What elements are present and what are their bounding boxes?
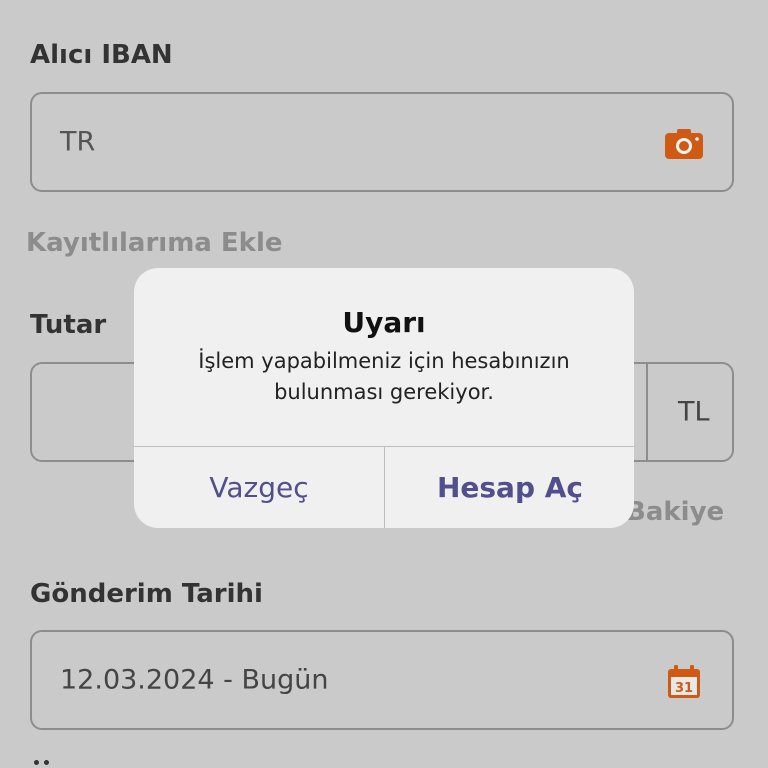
alert-dialog: Uyarı İşlem yapabilmeniz için hesabınızı…	[134, 268, 634, 528]
calendar-icon[interactable]: 31	[666, 664, 702, 704]
next-label-partial	[30, 756, 58, 768]
dialog-title: Uyarı	[342, 306, 426, 339]
send-date-field[interactable]: 12.03.2024 - Bugün 31	[30, 630, 734, 730]
iban-field[interactable]: TR	[30, 92, 734, 192]
open-account-button[interactable]: Hesap Aç	[385, 447, 634, 528]
amount-label: Tutar	[30, 310, 107, 340]
dialog-message: İşlem yapabilmeniz için hesabınızın bulu…	[198, 349, 570, 404]
send-date-value: 12.03.2024 - Bugün	[60, 664, 329, 696]
camera-icon[interactable]	[664, 128, 704, 164]
iban-input-value[interactable]: TR	[60, 127, 95, 158]
send-date-label: Gönderim Tarihi	[30, 579, 263, 609]
currency-divider	[646, 364, 648, 460]
iban-label: Alıcı IBAN	[30, 40, 173, 70]
calendar-day-number: 31	[675, 681, 693, 696]
currency-label: TL	[678, 396, 710, 428]
add-to-saved-link[interactable]: Kayıtlılarıma Ekle	[26, 228, 282, 258]
cancel-button[interactable]: Vazgeç	[134, 447, 384, 528]
balance-link[interactable]: Bakiye	[626, 497, 724, 527]
